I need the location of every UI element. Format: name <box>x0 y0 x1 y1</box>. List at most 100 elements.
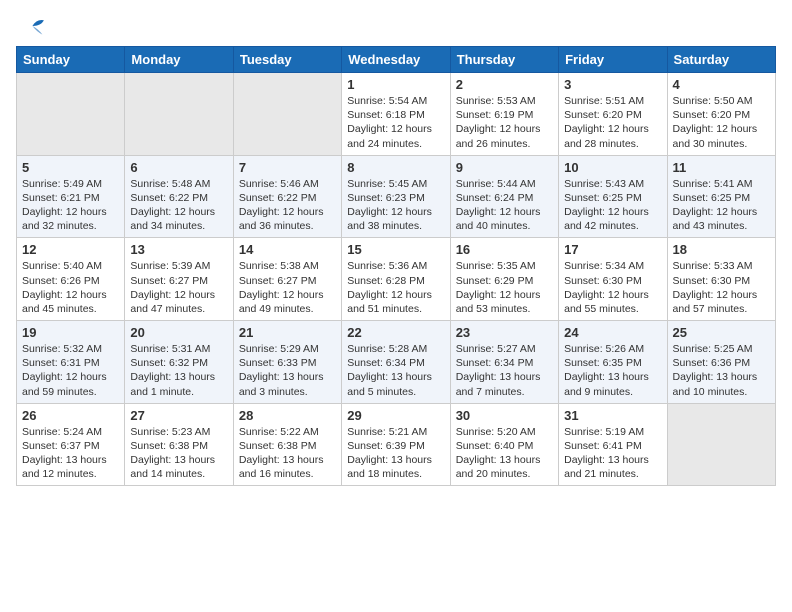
day-number: 26 <box>22 408 119 423</box>
logo <box>16 16 50 36</box>
day-number: 7 <box>239 160 336 175</box>
calendar-cell: 15 Sunrise: 5:36 AM Sunset: 6:28 PM Dayli… <box>342 238 450 321</box>
calendar-week-row: 1Sunrise: 5:54 AM Sunset: 6:18 PM Daylig… <box>17 73 776 156</box>
day-info: Sunrise: 5:31 AM Sunset: 6:32 PM Dayligh… <box>130 342 227 399</box>
weekday-header-sunday: Sunday <box>17 47 125 73</box>
day-info: Sunrise: 5:28 AM Sunset: 6:34 PM Dayligh… <box>347 342 444 399</box>
calendar-cell: 10Sunrise: 5:43 AM Sunset: 6:25 PM Dayli… <box>559 155 667 238</box>
day-info: Sunrise: 5:54 AM Sunset: 6:18 PM Dayligh… <box>347 94 444 151</box>
calendar-cell: 19 Sunrise: 5:32 AM Sunset: 6:31 PM Dayli… <box>17 321 125 404</box>
calendar-cell: 31 Sunrise: 5:19 AM Sunset: 6:41 PM Dayli… <box>559 403 667 486</box>
calendar-cell: 26 Sunrise: 5:24 AM Sunset: 6:37 PM Dayli… <box>17 403 125 486</box>
calendar-cell <box>125 73 233 156</box>
calendar-week-row: 19 Sunrise: 5:32 AM Sunset: 6:31 PM Dayli… <box>17 321 776 404</box>
day-number: 15 <box>347 242 444 257</box>
calendar-cell: 14Sunrise: 5:38 AM Sunset: 6:27 PM Dayli… <box>233 238 341 321</box>
day-info: Sunrise: 5:34 AM Sunset: 6:30 PM Dayligh… <box>564 259 661 316</box>
day-number: 27 <box>130 408 227 423</box>
day-number: 9 <box>456 160 553 175</box>
day-info: Sunrise: 5:39 AM Sunset: 6:27 PM Dayligh… <box>130 259 227 316</box>
day-info: Sunrise: 5:51 AM Sunset: 6:20 PM Dayligh… <box>564 94 661 151</box>
day-number: 16 <box>456 242 553 257</box>
day-info: Sunrise: 5:45 AM Sunset: 6:23 PM Dayligh… <box>347 177 444 234</box>
calendar-week-row: 26 Sunrise: 5:24 AM Sunset: 6:37 PM Dayli… <box>17 403 776 486</box>
day-number: 19 <box>22 325 119 340</box>
weekday-header-wednesday: Wednesday <box>342 47 450 73</box>
day-info: Sunrise: 5:26 AM Sunset: 6:35 PM Dayligh… <box>564 342 661 399</box>
calendar-cell: 3 Sunrise: 5:51 AM Sunset: 6:20 PM Daylig… <box>559 73 667 156</box>
day-info: Sunrise: 5:49 AM Sunset: 6:21 PM Dayligh… <box>22 177 119 234</box>
day-info: Sunrise: 5:23 AM Sunset: 6:38 PM Dayligh… <box>130 425 227 482</box>
calendar-cell <box>233 73 341 156</box>
calendar-cell: 20 Sunrise: 5:31 AM Sunset: 6:32 PM Dayli… <box>125 321 233 404</box>
day-number: 18 <box>673 242 770 257</box>
day-number: 17 <box>564 242 661 257</box>
calendar-cell: 5 Sunrise: 5:49 AM Sunset: 6:21 PM Daylig… <box>17 155 125 238</box>
day-number: 11 <box>673 160 770 175</box>
calendar-cell: 1Sunrise: 5:54 AM Sunset: 6:18 PM Daylig… <box>342 73 450 156</box>
calendar-cell <box>667 403 775 486</box>
logo-icon <box>16 16 46 36</box>
day-number: 24 <box>564 325 661 340</box>
calendar-cell: 13Sunrise: 5:39 AM Sunset: 6:27 PM Dayli… <box>125 238 233 321</box>
calendar-cell: 11 Sunrise: 5:41 AM Sunset: 6:25 PM Dayli… <box>667 155 775 238</box>
weekday-header-saturday: Saturday <box>667 47 775 73</box>
day-info: Sunrise: 5:53 AM Sunset: 6:19 PM Dayligh… <box>456 94 553 151</box>
day-info: Sunrise: 5:35 AM Sunset: 6:29 PM Dayligh… <box>456 259 553 316</box>
calendar-cell: 25Sunrise: 5:25 AM Sunset: 6:36 PM Dayli… <box>667 321 775 404</box>
day-info: Sunrise: 5:46 AM Sunset: 6:22 PM Dayligh… <box>239 177 336 234</box>
day-info: Sunrise: 5:19 AM Sunset: 6:41 PM Dayligh… <box>564 425 661 482</box>
calendar-cell: 2 Sunrise: 5:53 AM Sunset: 6:19 PM Daylig… <box>450 73 558 156</box>
calendar-cell: 30Sunrise: 5:20 AM Sunset: 6:40 PM Dayli… <box>450 403 558 486</box>
calendar-cell: 28 Sunrise: 5:22 AM Sunset: 6:38 PM Dayli… <box>233 403 341 486</box>
weekday-header-friday: Friday <box>559 47 667 73</box>
calendar-cell: 29 Sunrise: 5:21 AM Sunset: 6:39 PM Dayli… <box>342 403 450 486</box>
day-number: 22 <box>347 325 444 340</box>
day-info: Sunrise: 5:36 AM Sunset: 6:28 PM Dayligh… <box>347 259 444 316</box>
day-info: Sunrise: 5:33 AM Sunset: 6:30 PM Dayligh… <box>673 259 770 316</box>
day-info: Sunrise: 5:32 AM Sunset: 6:31 PM Dayligh… <box>22 342 119 399</box>
day-number: 8 <box>347 160 444 175</box>
day-info: Sunrise: 5:22 AM Sunset: 6:38 PM Dayligh… <box>239 425 336 482</box>
page-header <box>16 16 776 36</box>
day-number: 2 <box>456 77 553 92</box>
weekday-header-monday: Monday <box>125 47 233 73</box>
day-info: Sunrise: 5:21 AM Sunset: 6:39 PM Dayligh… <box>347 425 444 482</box>
calendar-cell: 12 Sunrise: 5:40 AM Sunset: 6:26 PM Dayli… <box>17 238 125 321</box>
day-info: Sunrise: 5:27 AM Sunset: 6:34 PM Dayligh… <box>456 342 553 399</box>
day-info: Sunrise: 5:24 AM Sunset: 6:37 PM Dayligh… <box>22 425 119 482</box>
calendar-cell: 22 Sunrise: 5:28 AM Sunset: 6:34 PM Dayli… <box>342 321 450 404</box>
calendar-cell <box>17 73 125 156</box>
calendar-cell: 18 Sunrise: 5:33 AM Sunset: 6:30 PM Dayli… <box>667 238 775 321</box>
day-info: Sunrise: 5:48 AM Sunset: 6:22 PM Dayligh… <box>130 177 227 234</box>
day-number: 5 <box>22 160 119 175</box>
day-number: 10 <box>564 160 661 175</box>
day-info: Sunrise: 5:40 AM Sunset: 6:26 PM Dayligh… <box>22 259 119 316</box>
calendar-cell: 23 Sunrise: 5:27 AM Sunset: 6:34 PM Dayli… <box>450 321 558 404</box>
calendar-cell: 16 Sunrise: 5:35 AM Sunset: 6:29 PM Dayli… <box>450 238 558 321</box>
day-number: 4 <box>673 77 770 92</box>
day-number: 20 <box>130 325 227 340</box>
day-info: Sunrise: 5:38 AM Sunset: 6:27 PM Dayligh… <box>239 259 336 316</box>
calendar-cell: 21Sunrise: 5:29 AM Sunset: 6:33 PM Dayli… <box>233 321 341 404</box>
day-info: Sunrise: 5:44 AM Sunset: 6:24 PM Dayligh… <box>456 177 553 234</box>
calendar-cell: 4Sunrise: 5:50 AM Sunset: 6:20 PM Daylig… <box>667 73 775 156</box>
day-number: 23 <box>456 325 553 340</box>
calendar-cell: 9 Sunrise: 5:44 AM Sunset: 6:24 PM Daylig… <box>450 155 558 238</box>
day-number: 3 <box>564 77 661 92</box>
day-info: Sunrise: 5:29 AM Sunset: 6:33 PM Dayligh… <box>239 342 336 399</box>
calendar-cell: 24 Sunrise: 5:26 AM Sunset: 6:35 PM Dayli… <box>559 321 667 404</box>
day-number: 31 <box>564 408 661 423</box>
day-number: 30 <box>456 408 553 423</box>
calendar-cell: 27 Sunrise: 5:23 AM Sunset: 6:38 PM Dayli… <box>125 403 233 486</box>
day-number: 28 <box>239 408 336 423</box>
day-number: 12 <box>22 242 119 257</box>
day-number: 29 <box>347 408 444 423</box>
day-number: 6 <box>130 160 227 175</box>
calendar-week-row: 12 Sunrise: 5:40 AM Sunset: 6:26 PM Dayli… <box>17 238 776 321</box>
day-info: Sunrise: 5:41 AM Sunset: 6:25 PM Dayligh… <box>673 177 770 234</box>
day-number: 25 <box>673 325 770 340</box>
weekday-header-tuesday: Tuesday <box>233 47 341 73</box>
calendar-cell: 17 Sunrise: 5:34 AM Sunset: 6:30 PM Dayli… <box>559 238 667 321</box>
weekday-header-thursday: Thursday <box>450 47 558 73</box>
